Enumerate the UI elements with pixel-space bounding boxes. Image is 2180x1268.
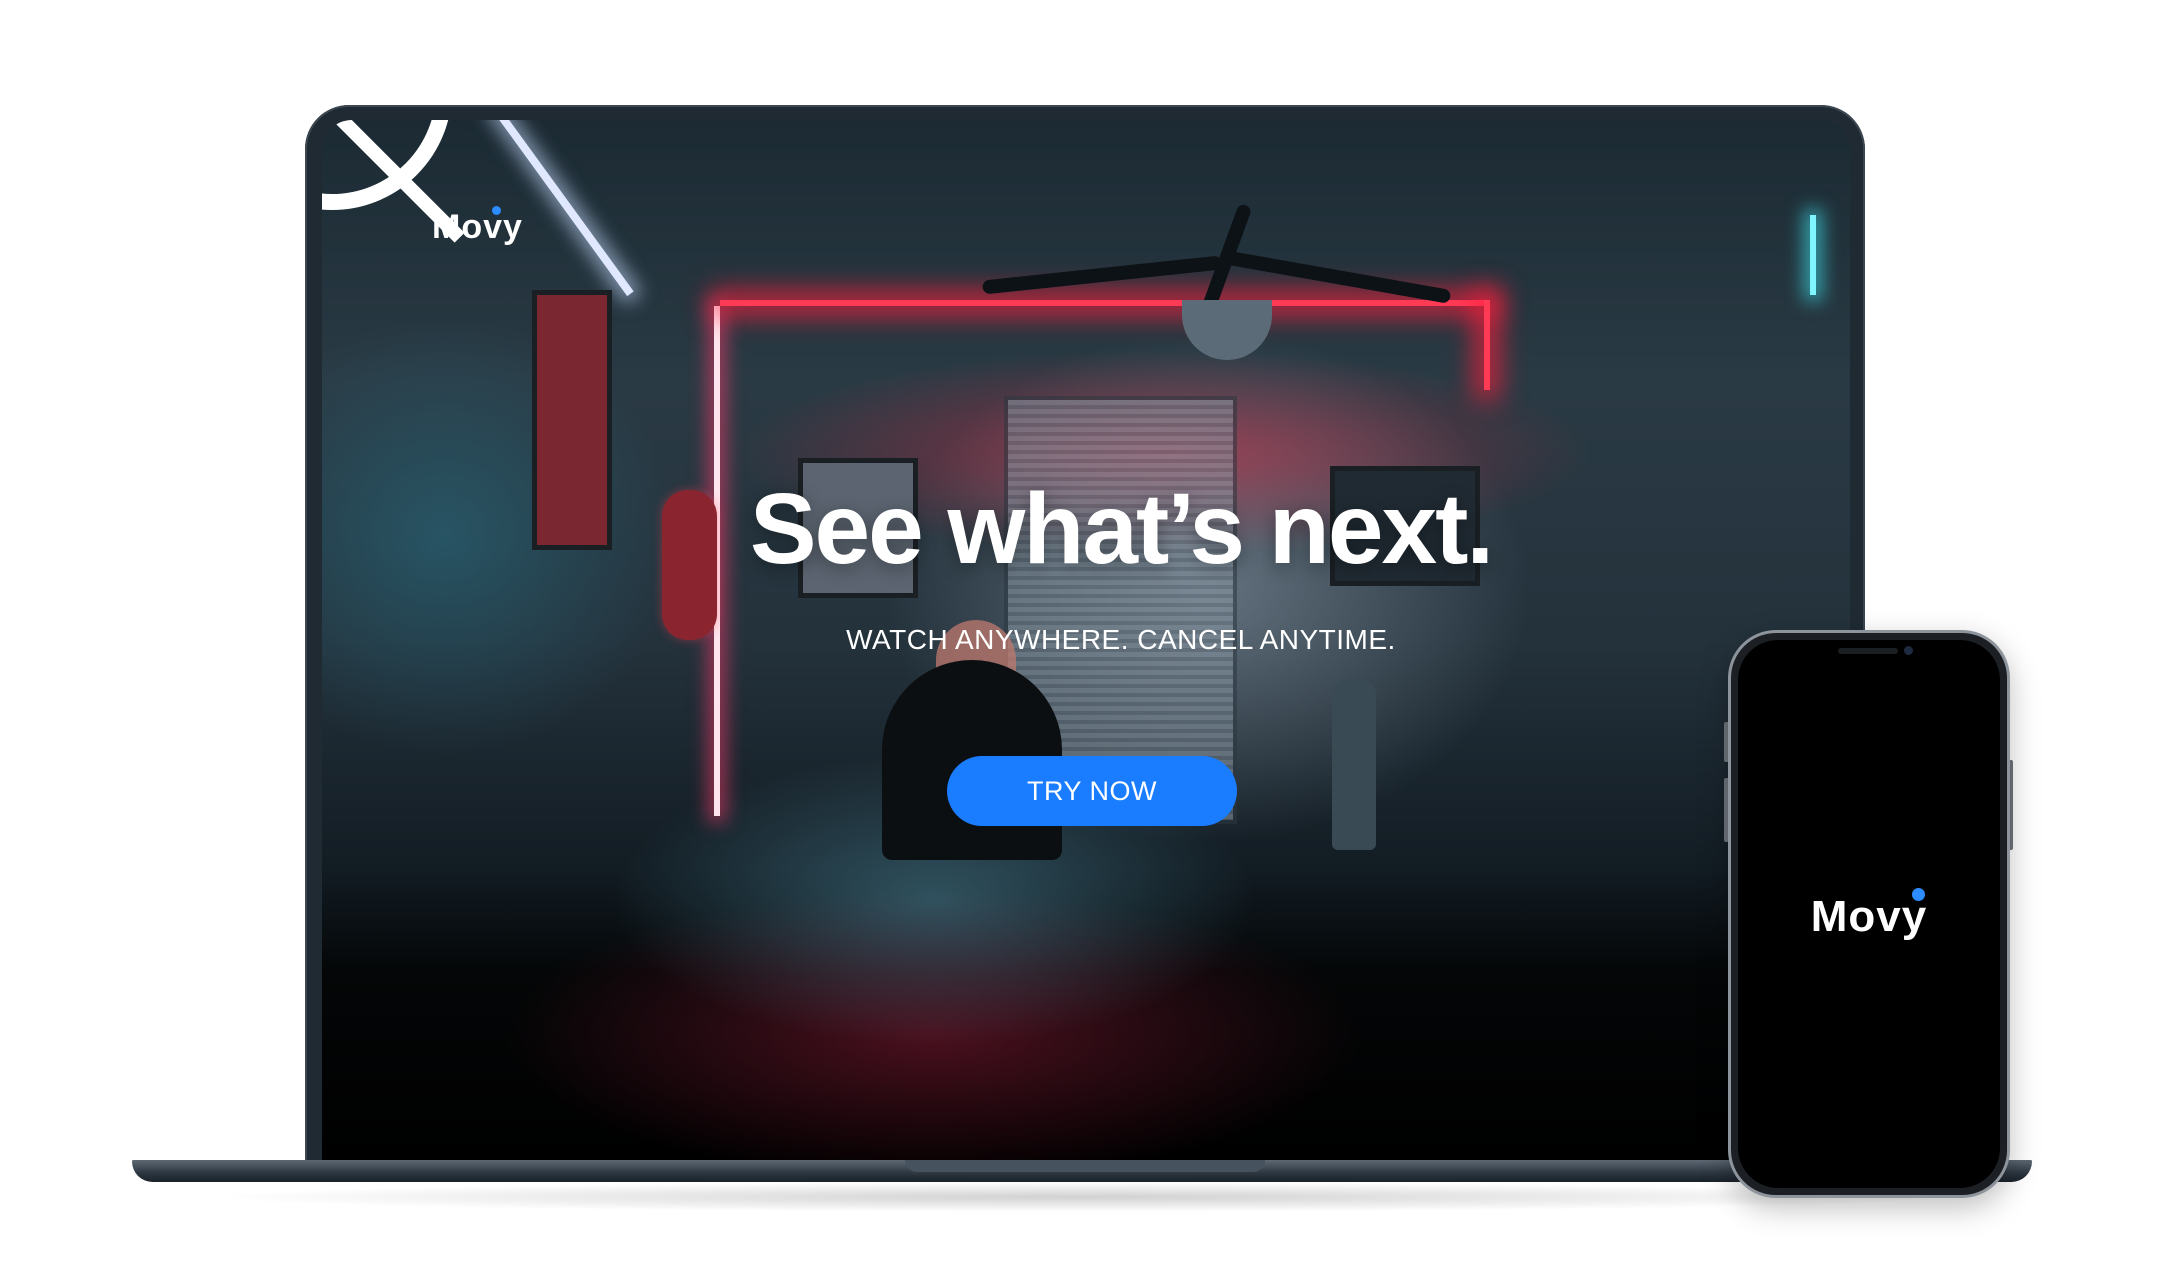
hero-title: See what’s next. xyxy=(749,473,1494,585)
brand-logo[interactable]: Movy xyxy=(432,208,523,247)
laptop-screen: Movy See what’s next. WATCH ANYWHERE. CA… xyxy=(322,120,1850,1160)
brand-logo-dot-icon xyxy=(492,206,501,215)
phone-speaker-icon xyxy=(1838,648,1898,654)
phone-splash-logo: Movy xyxy=(1810,892,1928,941)
laptop-shadow xyxy=(200,1182,1960,1212)
hero-subtitle: WATCH ANYWHERE. CANCEL ANYTIME. xyxy=(846,624,1396,655)
phone-logo-dot-icon xyxy=(1912,888,1925,901)
try-now-button[interactable]: TRY NOW xyxy=(947,756,1237,826)
hero-section: Movy See what’s next. WATCH ANYWHERE. CA… xyxy=(322,120,1850,1160)
phone-camera-icon xyxy=(1904,646,1913,655)
laptop-notch xyxy=(905,1160,1265,1172)
